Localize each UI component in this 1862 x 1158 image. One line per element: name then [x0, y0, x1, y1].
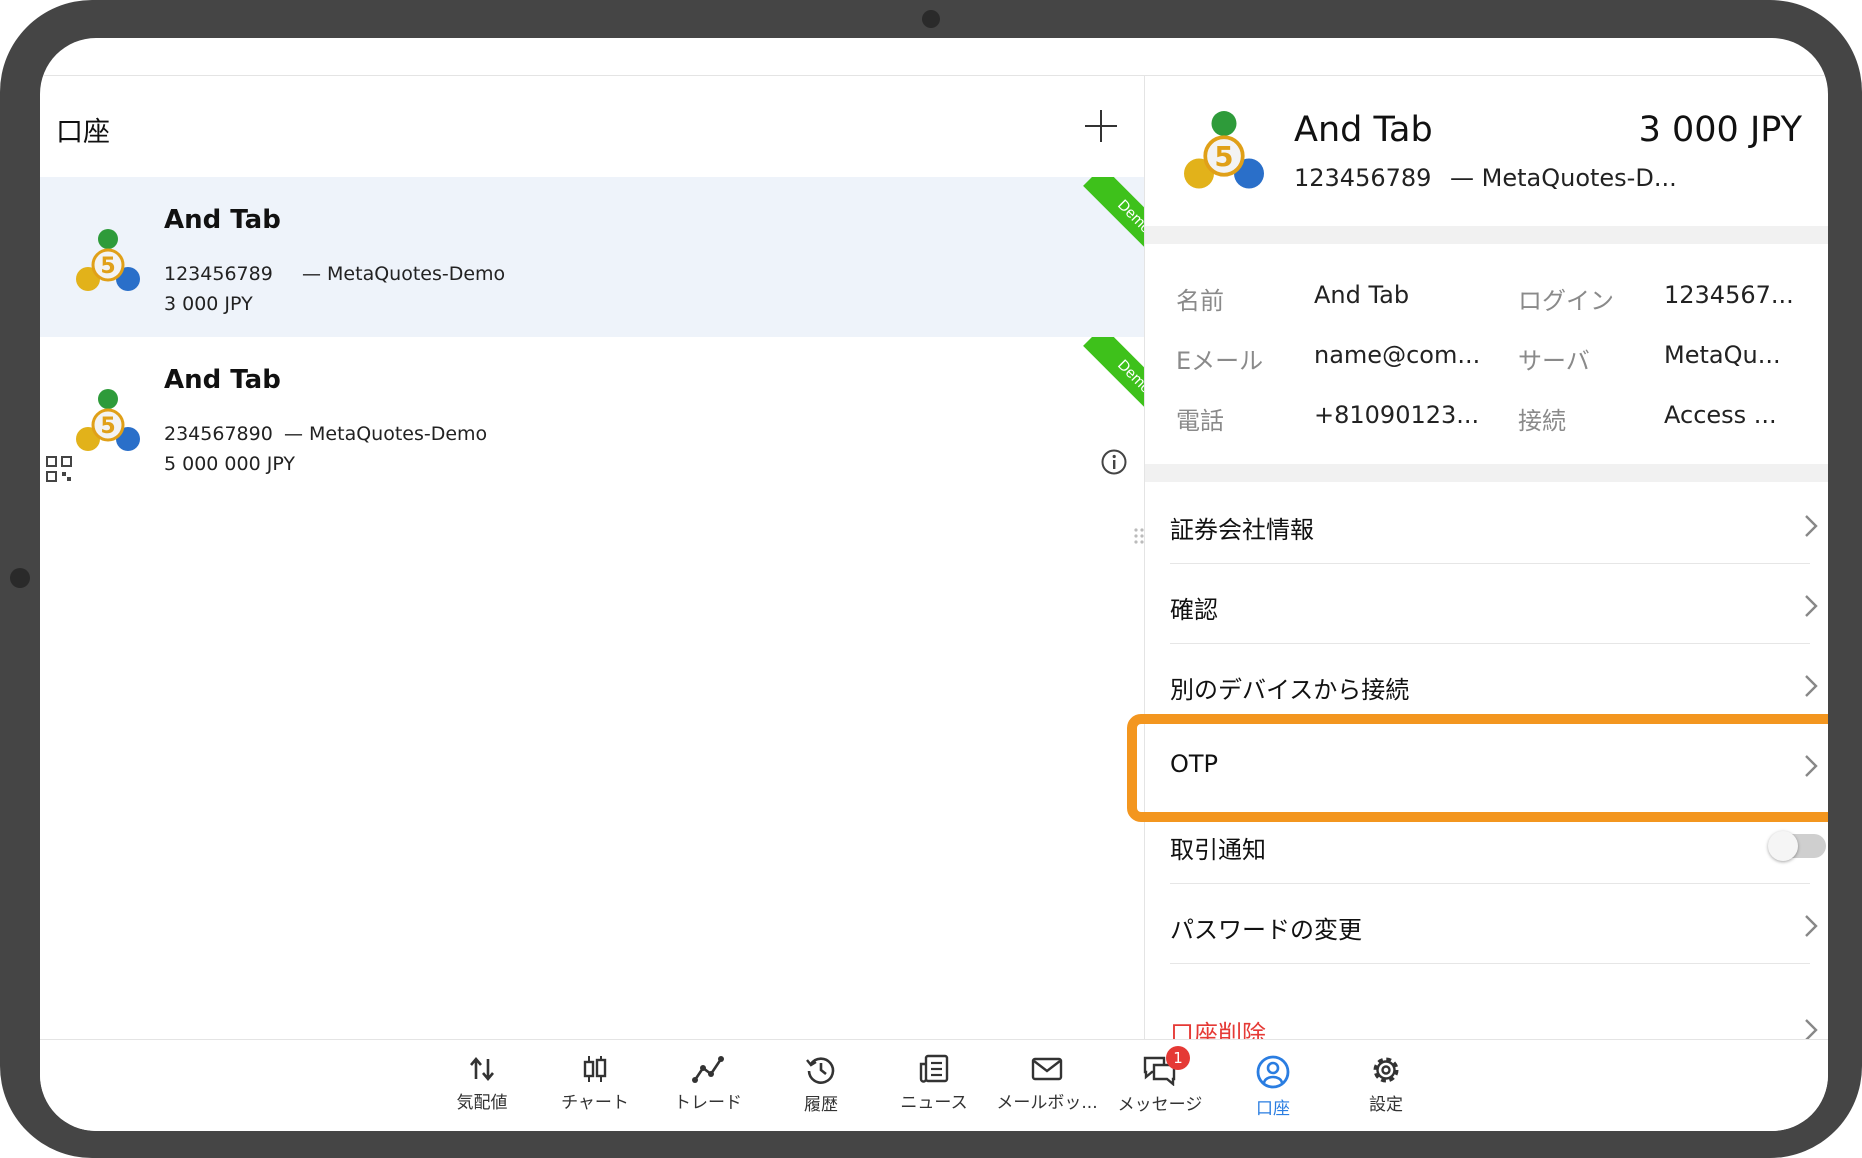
detail-label-phone: 電話 — [1176, 407, 1224, 435]
nav-settings[interactable]: 設定 — [1330, 1054, 1442, 1115]
detail-value-email: name@com... — [1314, 341, 1481, 369]
account-name: And Tab — [164, 365, 281, 395]
gear-icon — [1373, 1057, 1399, 1083]
news-icon — [919, 1054, 949, 1083]
chevron-right-icon — [1805, 915, 1818, 937]
menu-verification[interactable]: 確認 — [1170, 566, 1828, 644]
mt5-logo-icon: 5 — [1184, 111, 1264, 189]
row-divider — [1170, 563, 1810, 564]
nav-label: 履歴 — [804, 1095, 838, 1115]
row-divider — [1170, 643, 1810, 644]
detail-label-server: サーバ — [1518, 347, 1590, 375]
detail-value-server: MetaQu... — [1664, 341, 1781, 369]
account-header-server: — MetaQuotes-D... — [1450, 164, 1677, 192]
account-server: — MetaQuotes-Demo — [302, 263, 506, 285]
account-icon — [1256, 1055, 1290, 1089]
camera-dot — [922, 10, 940, 28]
demo-badge: Demo — [1083, 177, 1144, 268]
menu-broker-info[interactable]: 証券会社情報 — [1170, 486, 1828, 564]
drag-handle-icon[interactable] — [1132, 526, 1146, 546]
account-balance: 3 000 JPY — [164, 293, 253, 315]
account-name: And Tab — [164, 205, 281, 235]
section-separator — [1145, 464, 1828, 482]
nav-history[interactable]: 履歴 — [765, 1054, 877, 1115]
account-balance: 5 000 000 JPY — [164, 453, 295, 475]
chevron-right-icon — [1805, 595, 1818, 617]
status-bar-divider — [40, 75, 1828, 76]
candlestick-icon — [583, 1056, 607, 1082]
page-title: 口座 — [56, 117, 110, 148]
menu-label: 確認 — [1170, 596, 1218, 624]
section-separator — [1145, 226, 1828, 244]
row-divider — [1170, 883, 1810, 884]
account-number: 234567890 — [164, 423, 273, 445]
detail-value-name: And Tab — [1314, 281, 1410, 309]
detail-label-name: 名前 — [1176, 287, 1224, 315]
menu-label: 取引通知 — [1170, 836, 1266, 864]
nav-quotes[interactable]: 気配値 — [426, 1054, 538, 1113]
nav-label: メールボッ... — [996, 1093, 1098, 1113]
quotes-arrows-icon — [470, 1056, 494, 1082]
mt5-logo-icon: 5 — [76, 389, 140, 451]
demo-badge: Demo — [1083, 337, 1144, 428]
nav-label: 設定 — [1369, 1095, 1403, 1115]
app-screen: 口座 5 And Tab 123456789 — MetaQuotes-Demo… — [40, 38, 1828, 1131]
mt5-logo-icon: 5 — [76, 229, 140, 291]
mail-icon — [1031, 1057, 1063, 1081]
svg-text:5: 5 — [1214, 141, 1233, 173]
nav-accounts[interactable]: 口座 — [1217, 1054, 1329, 1119]
detail-value-login: 1234567... — [1664, 281, 1794, 309]
trade-line-icon — [692, 1056, 724, 1083]
menu-delete-account[interactable]: 口座削除 — [1170, 966, 1828, 1048]
info-icon[interactable] — [1101, 449, 1127, 475]
menu-connect-other-device[interactable]: 別のデバイスから接続 — [1170, 646, 1828, 724]
nav-chart[interactable]: チャート — [539, 1054, 651, 1113]
add-account-button[interactable] — [1083, 108, 1119, 144]
detail-value-phone: +81090123... — [1314, 401, 1480, 429]
row-divider — [1170, 963, 1810, 964]
chevron-right-icon — [1805, 675, 1818, 697]
account-item[interactable]: 5 And Tab 123456789 — MetaQuotes-Demo 3 … — [40, 177, 1144, 337]
detail-label-connection: 接続 — [1518, 407, 1566, 435]
bottom-navigation: 気配値 チャート トレード 履歴 ニュース メールボッ... 1 メッセージ 口… — [40, 1039, 1828, 1131]
detail-value-connection: Access ... — [1664, 401, 1777, 429]
nav-label: メッセージ — [1117, 1095, 1203, 1115]
menu-label: パスワードの変更 — [1170, 916, 1362, 944]
nav-label: ニュース — [900, 1093, 968, 1113]
nav-label: トレード — [674, 1093, 742, 1113]
nav-label: 口座 — [1256, 1099, 1290, 1119]
account-header-balance: 3 000 JPY — [1638, 110, 1802, 150]
qr-code-icon[interactable] — [46, 456, 72, 482]
account-header-name: And Tab — [1294, 110, 1433, 150]
account-header-number: 123456789 — [1294, 164, 1432, 192]
account-number: 123456789 — [164, 263, 273, 285]
side-button — [10, 568, 30, 588]
svg-text:5: 5 — [100, 414, 115, 439]
svg-text:5: 5 — [100, 254, 115, 279]
toggle-knob — [1768, 831, 1798, 861]
menu-trade-notifications[interactable]: 取引通知 — [1170, 806, 1828, 884]
nav-label: チャート — [561, 1093, 629, 1113]
nav-mailbox[interactable]: メールボッ... — [991, 1054, 1103, 1113]
nav-messages[interactable]: 1 メッセージ — [1104, 1046, 1216, 1115]
menu-change-password[interactable]: パスワードの変更 — [1170, 886, 1828, 964]
panel-divider — [1144, 76, 1145, 1039]
nav-label: 気配値 — [456, 1093, 508, 1113]
menu-label: 証券会社情報 — [1170, 516, 1314, 544]
nav-news[interactable]: ニュース — [878, 1054, 990, 1113]
history-clock-icon — [806, 1057, 835, 1084]
nav-trade[interactable]: トレード — [652, 1054, 764, 1113]
trade-notifications-toggle[interactable] — [1768, 831, 1826, 861]
chevron-right-icon — [1805, 515, 1818, 537]
account-server: — MetaQuotes-Demo — [284, 423, 488, 445]
device-bezel: 口座 5 And Tab 123456789 — MetaQuotes-Demo… — [0, 0, 1862, 1158]
detail-label-email: Eメール — [1176, 347, 1264, 375]
detail-label-login: ログイン — [1518, 287, 1614, 315]
messages-count-badge: 1 — [1166, 1046, 1190, 1070]
account-item[interactable]: 5 And Tab 234567890 — MetaQuotes-Demo 5 … — [40, 337, 1144, 497]
menu-label: 別のデバイスから接続 — [1170, 676, 1410, 704]
